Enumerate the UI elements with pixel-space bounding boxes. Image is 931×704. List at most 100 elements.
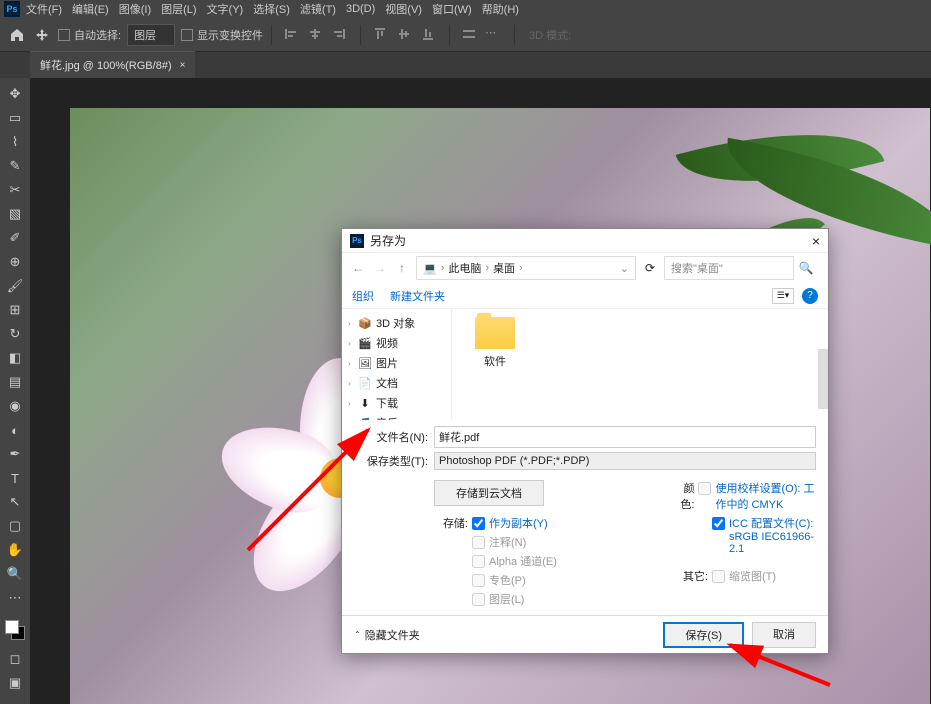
store-row: 存储: 作为副本(Y) [434,515,634,531]
nav-up-icon[interactable]: ↑ [394,261,410,275]
mask-mode[interactable]: ◻ [4,648,26,670]
thumb-checkbox [712,570,725,583]
folder-item[interactable]: 软件 [460,317,530,369]
folder-icon [475,317,515,349]
menu-image[interactable]: 图像(I) [119,1,151,17]
shape-tool[interactable]: ▢ [4,515,26,537]
brush-tool[interactable]: 🖌 [4,275,26,297]
more-icon[interactable]: ⋯ [485,26,503,44]
filename-input[interactable]: 鲜花.pdf [434,426,816,448]
search-icon[interactable]: 🔍 [798,261,814,275]
filetype-select[interactable]: Photoshop PDF (*.PDF;*.PDP) [434,452,816,470]
healing-tool[interactable]: ⊕ [4,251,26,273]
menu-bar: Ps 文件(F) 编辑(E) 图像(I) 图层(L) 文字(Y) 选择(S) 滤… [0,0,931,18]
tree-pictures[interactable]: ›🖼图片 [342,353,451,373]
organize-button[interactable]: 组织 [352,288,374,304]
tree-music[interactable]: ›🎵音乐 [342,413,451,420]
view-mode-button[interactable]: ☰▾ [772,288,794,304]
nav-back-icon[interactable]: ← [350,261,366,275]
search-input[interactable]: 搜索"桌面" [664,256,794,280]
menu-file[interactable]: 文件(F) [26,1,62,17]
edit-toolbar[interactable]: ⋯ [4,587,26,609]
color-swatch[interactable] [5,620,25,640]
menu-view[interactable]: 视图(V) [385,1,422,17]
blur-tool[interactable]: ◉ [4,395,26,417]
home-icon[interactable] [8,26,26,44]
close-icon[interactable]: × [812,233,820,249]
toolbar: ✥ ▭ ⌇ ✎ ✂ ▧ ✐ ⊕ 🖌 ⊞ ↻ ◧ ▤ ◉ ◐ ✒ T ↖ ▢ ✋ … [0,78,30,704]
as-copy-checkbox[interactable] [472,517,485,530]
stamp-tool[interactable]: ⊞ [4,299,26,321]
frame-tool[interactable]: ▧ [4,203,26,225]
quick-select-tool[interactable]: ✎ [4,155,26,177]
file-pane[interactable]: 软件 [452,309,828,420]
save-button[interactable]: 保存(S) [663,622,744,648]
align-left-icon[interactable] [283,26,301,44]
move-tool[interactable]: ✥ [4,83,26,105]
show-transform-checkbox[interactable] [181,29,193,41]
refresh-icon[interactable]: ⟳ [640,261,660,275]
path-seg-desktop[interactable]: 桌面 [493,260,515,276]
zoom-tool[interactable]: 🔍 [4,563,26,585]
menu-layer[interactable]: 图层(L) [161,1,196,17]
close-tab-icon[interactable]: × [180,60,186,71]
move-tool-icon[interactable] [36,29,48,41]
dialog-title: 另存为 [370,232,406,249]
path-seg-pc[interactable]: 此电脑 [448,260,481,276]
chevron-down-icon[interactable]: ⌄ [620,262,629,275]
hide-folders-link[interactable]: 隐藏文件夹 [365,627,420,643]
menu-select[interactable]: 选择(S) [253,1,290,17]
nav-forward-icon[interactable]: → [372,261,388,275]
gradient-tool[interactable]: ▤ [4,371,26,393]
menu-window[interactable]: 窗口(W) [432,1,472,17]
align-top-icon[interactable] [372,26,390,44]
eraser-tool[interactable]: ◧ [4,347,26,369]
menu-help[interactable]: 帮助(H) [482,1,519,17]
dialog-body: ›📦3D 对象 ›🎬视频 ›🖼图片 ›📄文档 ›⬇下载 ›🎵音乐 ›🖥桌面 软件 [342,309,828,420]
menu-type[interactable]: 文字(Y) [207,1,244,17]
hand-tool[interactable]: ✋ [4,539,26,561]
path-tool[interactable]: ↖ [4,491,26,513]
type-tool[interactable]: T [4,467,26,489]
menu-edit[interactable]: 编辑(E) [72,1,109,17]
filename-label: 文件名(N): [354,429,434,445]
save-cloud-button[interactable]: 存储到云文档 [434,480,544,506]
tree-downloads[interactable]: ›⬇下载 [342,393,451,413]
auto-select-label: 自动选择: [74,27,121,43]
tree-videos[interactable]: ›🎬视频 [342,333,451,353]
icc-checkbox[interactable] [712,517,725,530]
tree-3d-objects[interactable]: ›📦3D 对象 [342,313,451,333]
eyedropper-tool[interactable]: ✐ [4,227,26,249]
divider [449,25,450,45]
crop-tool[interactable]: ✂ [4,179,26,201]
align-center-h-icon[interactable] [307,26,325,44]
path-bar[interactable]: 💻 › 此电脑 › 桌面 › ⌄ [416,256,636,280]
collapse-icon[interactable]: ⌃ [354,630,361,639]
history-brush-tool[interactable]: ↻ [4,323,26,345]
align-center-v-icon[interactable] [396,26,414,44]
new-folder-button[interactable]: 新建文件夹 [390,288,445,304]
pen-tool[interactable]: ✒ [4,443,26,465]
divider [360,25,361,45]
mode-3d-label: 3D 模式: [529,27,571,43]
dialog-titlebar: Ps 另存为 × [342,229,828,253]
scrollbar[interactable] [818,349,828,409]
distribute-icon[interactable] [461,26,479,44]
marquee-tool[interactable]: ▭ [4,107,26,129]
screen-mode[interactable]: ▣ [4,672,26,694]
auto-select-dropdown[interactable]: 图层 [127,24,175,46]
color-row: 颜色: 使用校样设置(O): 工作中的 CMYK [674,480,816,512]
menu-filter[interactable]: 滤镜(T) [300,1,336,17]
align-bottom-icon[interactable] [420,26,438,44]
lasso-tool[interactable]: ⌇ [4,131,26,153]
dodge-tool[interactable]: ◐ [4,419,26,441]
auto-select-checkbox[interactable] [58,29,70,41]
help-icon[interactable]: ? [802,288,818,304]
cancel-button[interactable]: 取消 [752,622,816,648]
menu-3d[interactable]: 3D(D) [346,3,375,15]
document-tab[interactable]: 鲜花.jpg @ 100%(RGB/8#) × [30,51,195,78]
align-right-icon[interactable] [331,26,349,44]
dialog-nav: ← → ↑ 💻 › 此电脑 › 桌面 › ⌄ ⟳ 搜索"桌面" 🔍 [342,253,828,283]
show-transform-label: 显示变换控件 [197,27,263,43]
tree-documents[interactable]: ›📄文档 [342,373,451,393]
